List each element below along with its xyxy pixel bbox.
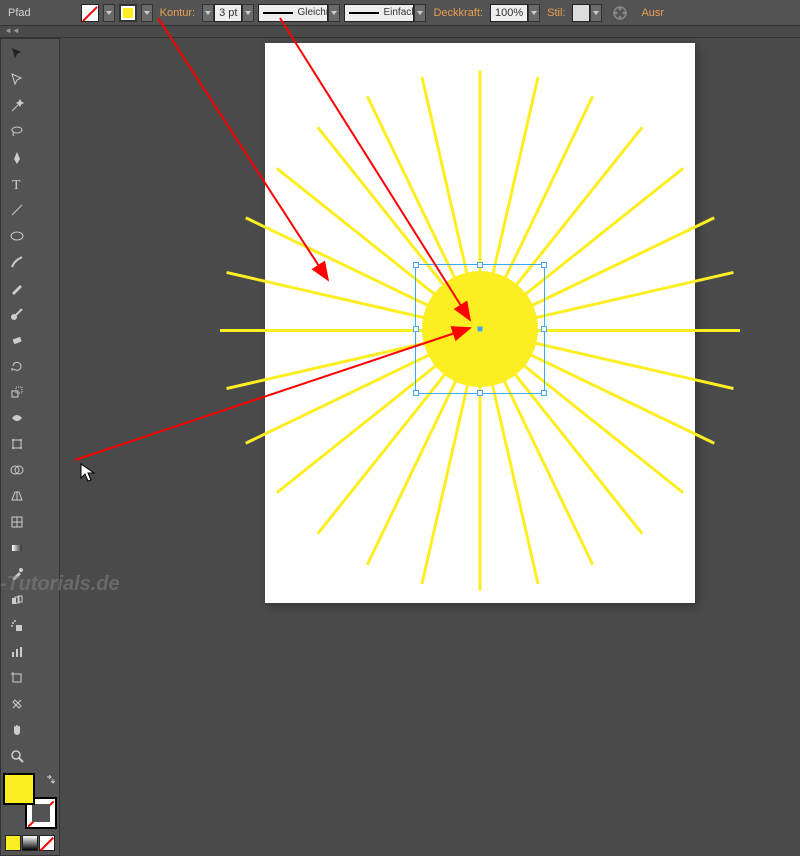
stroke-profile-combo[interactable]: Gleichm. (258, 4, 340, 22)
rotate-tool[interactable] (4, 354, 30, 378)
recolor-icon[interactable] (607, 1, 633, 25)
paintbrush-tool[interactable] (4, 250, 30, 274)
artboard-tool[interactable] (4, 666, 30, 690)
mesh-tool[interactable] (4, 510, 30, 534)
color-mode-row (3, 833, 57, 853)
color-mode-gradient[interactable] (22, 835, 38, 851)
blob-brush-tool[interactable] (4, 302, 30, 326)
style-label: Stil: (547, 7, 565, 19)
control-bar: Pfad Kontur: 3 pt Gleichm. Einfach Deckk… (0, 0, 800, 26)
scale-tool[interactable] (4, 380, 30, 404)
opacity-combo[interactable]: 100% (490, 4, 540, 22)
watermark: -Tutorials.de (0, 573, 120, 596)
perspective-tool[interactable] (4, 484, 30, 508)
slice-tool[interactable] (4, 692, 30, 716)
ellipse-tool[interactable] (4, 224, 30, 248)
canvas-area[interactable] (60, 38, 800, 600)
sun-artwork (265, 43, 695, 603)
selection-tool[interactable] (4, 42, 30, 66)
eraser-tool[interactable] (4, 328, 30, 352)
opacity-label: Deckkraft: (433, 7, 483, 19)
stroke-weight-combo[interactable]: 3 pt (202, 4, 254, 22)
stroke-dropdown[interactable] (141, 4, 153, 22)
direct-selection-tool[interactable] (4, 68, 30, 92)
free-transform-tool[interactable] (4, 432, 30, 456)
artboard[interactable] (265, 43, 695, 603)
align-label: Ausr (641, 7, 664, 19)
magic-wand-tool[interactable] (4, 94, 30, 118)
pen-tool[interactable] (4, 146, 30, 170)
swap-colors-icon[interactable] (45, 775, 55, 785)
style-combo[interactable] (572, 4, 602, 22)
symbol-sprayer-tool[interactable] (4, 614, 30, 638)
color-mode-solid[interactable] (5, 835, 21, 851)
opacity-value: 100% (490, 4, 528, 22)
shape-builder-tool[interactable] (4, 458, 30, 482)
color-well[interactable] (3, 773, 57, 829)
toolbox: T (0, 38, 60, 856)
stroke-label: Kontur: (160, 7, 195, 19)
width-tool[interactable] (4, 406, 30, 430)
type-tool[interactable]: T (4, 172, 30, 196)
fill-dropdown[interactable] (103, 4, 115, 22)
svg-text:T: T (12, 178, 21, 192)
selection-bounding-box[interactable] (415, 264, 545, 394)
fill-swatch[interactable] (81, 4, 99, 22)
stroke-swatch[interactable] (119, 4, 137, 22)
brush-combo[interactable]: Einfach (344, 4, 426, 22)
line-tool[interactable] (4, 198, 30, 222)
color-mode-none[interactable] (39, 835, 55, 851)
gradient-tool[interactable] (4, 536, 30, 560)
stroke-weight-value: 3 pt (214, 4, 242, 22)
panel-collapse-bar[interactable]: ◄◄ (0, 26, 800, 38)
zoom-tool[interactable] (4, 744, 30, 768)
fill-color-box[interactable] (3, 773, 35, 805)
hand-tool[interactable] (4, 718, 30, 742)
pencil-tool[interactable] (4, 276, 30, 300)
object-type-label: Pfad (8, 7, 31, 19)
lasso-tool[interactable] (4, 120, 30, 144)
graph-tool[interactable] (4, 640, 30, 664)
